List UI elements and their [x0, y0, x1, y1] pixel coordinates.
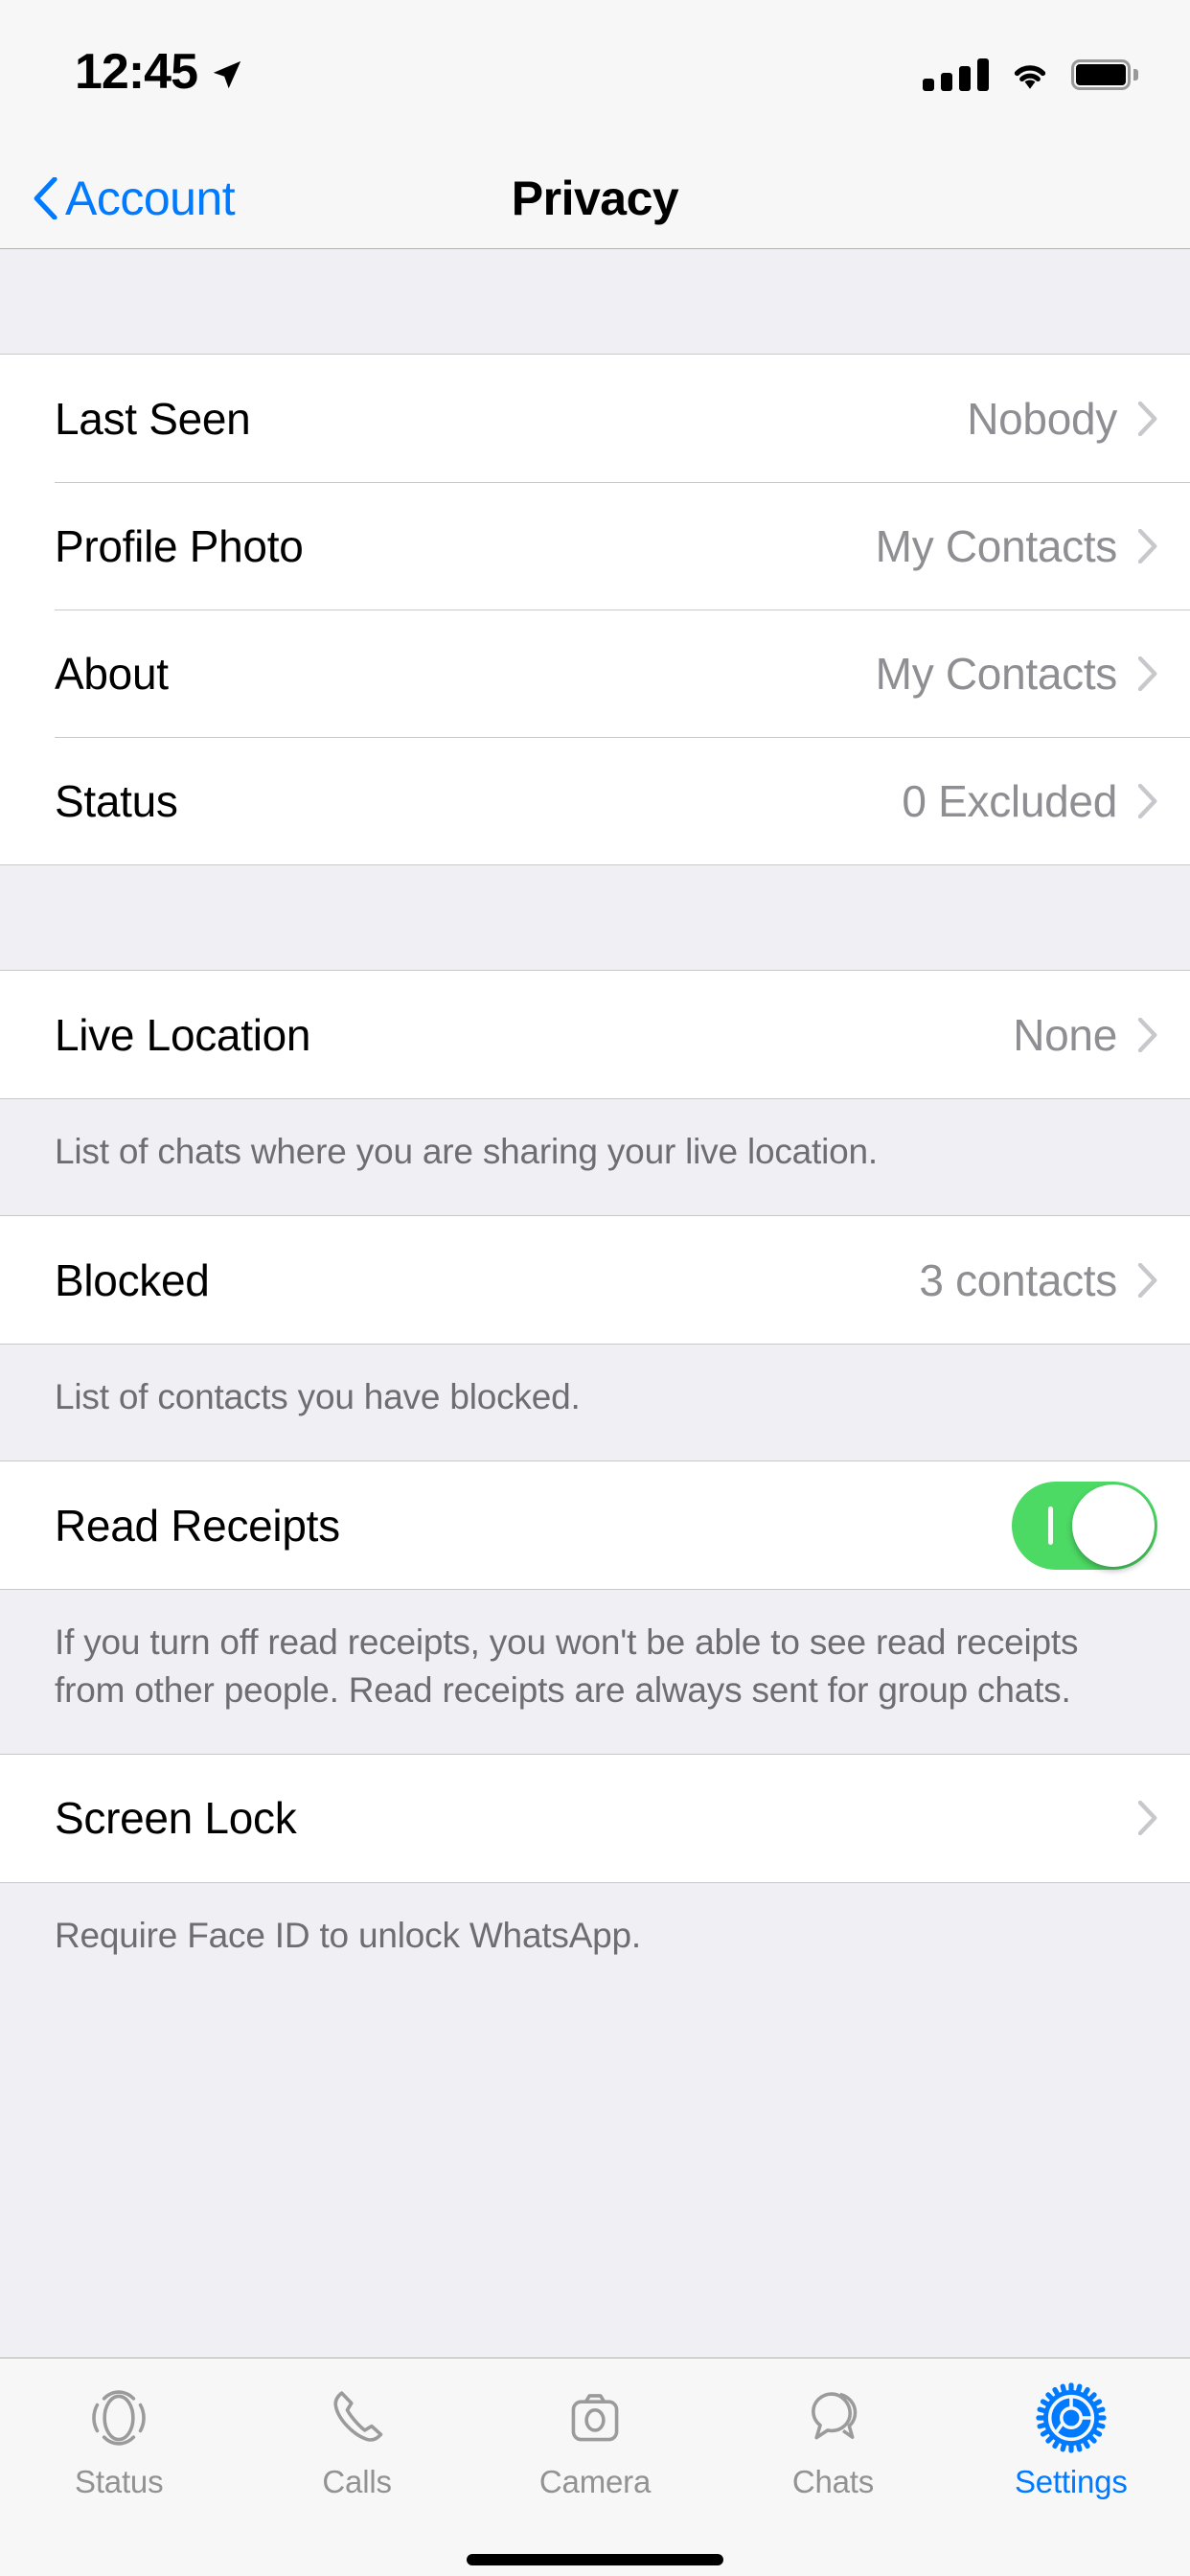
row-status[interactable]: Status 0 Excluded [0, 737, 1190, 864]
status-rings-icon [84, 2381, 153, 2454]
chevron-right-icon [1138, 1801, 1157, 1836]
row-label: Blocked [55, 1254, 210, 1305]
tab-camera[interactable]: Camera [476, 2381, 714, 2500]
battery-full-icon [1071, 58, 1138, 90]
row-screen-lock[interactable]: Screen Lock [0, 1754, 1190, 1882]
row-value: 3 contacts [919, 1254, 1117, 1305]
tab-status[interactable]: Status [0, 2381, 238, 2500]
row-value: My Contacts [875, 648, 1118, 699]
tab-settings[interactable]: Settings [952, 2381, 1190, 2500]
row-value: My Contacts [875, 520, 1118, 571]
back-button-label: Account [65, 172, 236, 225]
phone-icon [323, 2381, 392, 2454]
row-profile-photo[interactable]: Profile Photo My Contacts [0, 482, 1190, 610]
row-last-seen[interactable]: Last Seen Nobody [0, 355, 1190, 482]
back-button[interactable]: Account [33, 171, 236, 226]
chevron-right-icon [1138, 783, 1157, 818]
row-label: Screen Lock [55, 1793, 297, 1844]
chat-bubbles-icon [798, 2381, 867, 2454]
read-receipts-toggle[interactable] [1012, 1481, 1157, 1570]
tab-calls[interactable]: Calls [238, 2381, 475, 2500]
tab-label: Calls [322, 2464, 392, 2499]
chevron-left-icon [34, 177, 57, 219]
chevron-right-icon [1138, 401, 1157, 436]
phone-screen: 12:45 Account Privacy Last Seen Nobody P… [0, 0, 1190, 2576]
navigation-bar: Account Privacy [0, 149, 1190, 249]
tab-chats[interactable]: Chats [714, 2381, 951, 2500]
footer-read-receipts: If you turn off read receipts, you won't… [0, 1590, 1190, 1754]
chevron-right-icon [1138, 656, 1157, 691]
row-label: Live Location [55, 1009, 311, 1060]
section-visibility: Last Seen Nobody Profile Photo My Contac… [0, 354, 1190, 865]
chevron-right-icon [1138, 1017, 1157, 1052]
row-live-location[interactable]: Live Location None [0, 971, 1190, 1098]
toggle-on-mark [1048, 1506, 1053, 1545]
chevron-right-icon [1138, 528, 1157, 564]
tab-bar: Status Calls Camera Chats Settings [0, 2358, 1190, 2576]
row-label: About [55, 648, 169, 699]
gear-icon [1035, 2381, 1108, 2454]
section-screen-lock: Screen Lock [0, 1753, 1190, 1883]
row-read-receipts[interactable]: Read Receipts [0, 1461, 1190, 1590]
tab-label: Status [75, 2464, 164, 2499]
cellular-signal-icon [923, 58, 989, 91]
settings-list[interactable]: Last Seen Nobody Profile Photo My Contac… [0, 249, 1190, 2358]
tab-label: Settings [1015, 2464, 1128, 2499]
tab-label: Camera [538, 2464, 652, 2499]
section-read-receipts: Read Receipts [0, 1460, 1190, 1591]
footer-blocked: List of contacts you have blocked. [0, 1345, 1190, 1461]
footer-screen-lock: Require Face ID to unlock WhatsApp. [0, 1882, 1190, 2000]
toggle-knob [1072, 1484, 1155, 1567]
status-bar: 12:45 [0, 0, 1190, 149]
row-label: Profile Photo [55, 520, 304, 571]
section-spacer [0, 865, 1190, 970]
row-value: Nobody [967, 393, 1117, 444]
wifi-icon [1014, 64, 1046, 89]
status-bar-clock: 12:45 [75, 43, 198, 100]
section-live-location: Live Location None [0, 970, 1190, 1099]
status-bar-right [923, 58, 1138, 91]
tab-label: Chats [791, 2464, 875, 2499]
chevron-right-icon [1138, 1262, 1157, 1298]
status-bar-left: 12:45 [75, 47, 243, 103]
row-label: Last Seen [55, 393, 251, 444]
row-about[interactable]: About My Contacts [0, 610, 1190, 737]
camera-icon [561, 2381, 629, 2454]
location-arrow-icon [213, 60, 241, 88]
row-value: 0 Excluded [902, 775, 1117, 826]
section-blocked: Blocked 3 contacts [0, 1215, 1190, 1346]
row-value: None [1013, 1009, 1117, 1060]
list-top-spacer [0, 249, 1190, 354]
row-label: Status [55, 775, 178, 826]
row-blocked[interactable]: Blocked 3 contacts [0, 1216, 1190, 1345]
row-label: Read Receipts [55, 1500, 340, 1551]
footer-live-location: List of chats where you are sharing your… [0, 1099, 1190, 1216]
